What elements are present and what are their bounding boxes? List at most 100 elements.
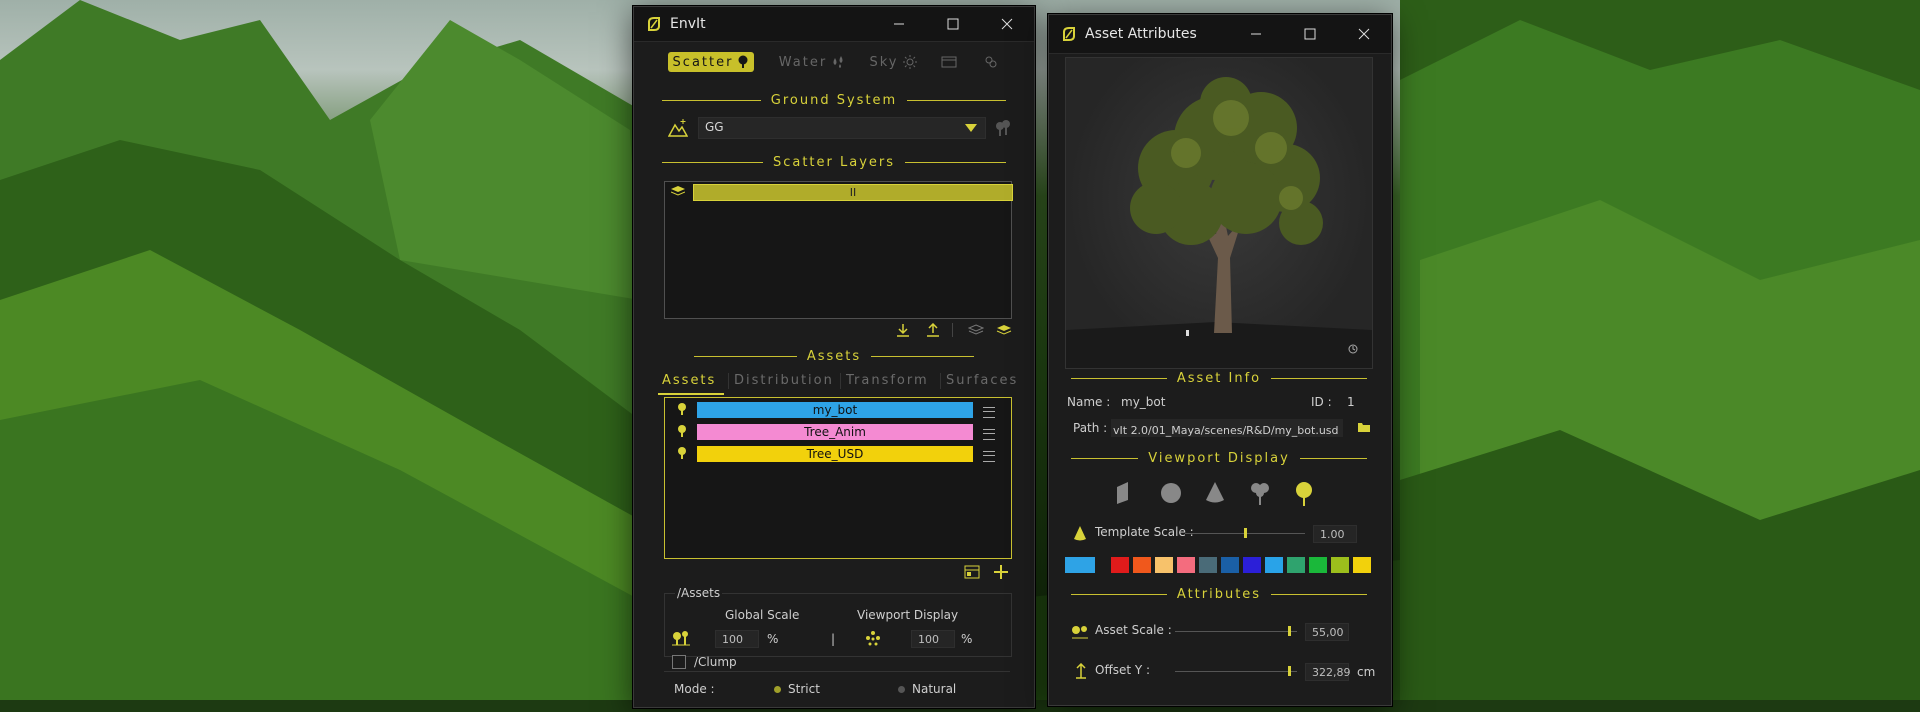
radio-strict[interactable] <box>774 686 781 693</box>
offset-y-label: Offset Y : <box>1095 663 1151 677</box>
close-icon <box>1001 18 1013 30</box>
asset-scale-slider[interactable] <box>1175 623 1297 639</box>
template-scale-slider[interactable] <box>1185 525 1305 541</box>
color-swatch[interactable] <box>1155 557 1173 573</box>
name-value[interactable]: my_bot <box>1121 395 1165 409</box>
maximize-button[interactable] <box>926 7 980 41</box>
sphere-icon[interactable] <box>1159 481 1183 505</box>
tab-transform[interactable]: Transform <box>846 373 929 388</box>
tree-icon <box>678 447 686 459</box>
color-swatch[interactable] <box>1309 557 1327 573</box>
offset-y-input[interactable]: 322,89 <box>1305 663 1351 681</box>
color-swatch[interactable] <box>1243 557 1261 573</box>
assets-group: /Assets Global Scale Viewport Display 10… <box>664 586 1012 657</box>
asset-item[interactable]: Tree_USD <box>697 446 973 462</box>
path-field[interactable]: vIt 2.0/01_Maya/scenes/R&D/my_bot.usd <box>1111 419 1343 437</box>
color-swatch[interactable] <box>1287 557 1305 573</box>
field-separator: | <box>831 632 836 646</box>
menu-icon[interactable] <box>983 451 995 462</box>
assets-list[interactable]: my_bot Tree_Anim Tree_USD <box>664 397 1012 559</box>
clump-mode-label: Mode : <box>674 682 715 696</box>
scatter-layers-list[interactable]: II <box>664 181 1013 319</box>
upload-icon[interactable] <box>926 323 940 337</box>
slider-handle[interactable] <box>1244 528 1247 538</box>
radio-natural[interactable] <box>898 686 905 693</box>
template-scale-input[interactable]: 1.00 <box>1313 525 1357 543</box>
template-scale-label: Template Scale : <box>1095 525 1194 539</box>
tab-distribution[interactable]: Distribution <box>734 373 834 388</box>
add-icon[interactable] <box>994 565 1008 579</box>
download-icon[interactable] <box>896 323 910 337</box>
folder-icon[interactable] <box>1357 421 1371 433</box>
color-swatch[interactable] <box>1221 557 1239 573</box>
id-value: 1 <box>1347 395 1355 409</box>
asset-item[interactable]: Tree_Anim <box>697 424 973 440</box>
terrain-add-icon <box>668 119 688 137</box>
color-swatch[interactable] <box>1177 557 1195 573</box>
close-button[interactable] <box>980 7 1034 41</box>
tab-scatter[interactable]: Scatter <box>668 52 754 72</box>
ground-system-select[interactable]: GG <box>698 117 986 139</box>
global-scale-input[interactable]: 100 <box>715 630 759 648</box>
color-swatch[interactable] <box>1199 557 1217 573</box>
path-value: vIt 2.0/01_Maya/scenes/R&D/my_bot.usd <box>1113 424 1339 437</box>
close-button[interactable] <box>1337 17 1391 51</box>
color-swatch[interactable] <box>1065 557 1095 573</box>
layers-add-icon[interactable] <box>996 323 1012 337</box>
assets-group-title: /Assets <box>675 586 723 600</box>
clump-group: Mode : Strict Natural <box>664 671 1010 712</box>
color-swatch[interactable] <box>1331 557 1349 573</box>
tree-icon[interactable] <box>1293 481 1315 507</box>
slider-handle[interactable] <box>1288 666 1291 676</box>
minimize-button[interactable] <box>872 7 926 41</box>
viewport-display-input[interactable]: 100 <box>911 630 955 648</box>
envit-window: EnvIt Scatter Water Sky Ground System GG <box>633 6 1035 708</box>
clump-checkbox[interactable] <box>672 655 686 669</box>
envit-logo-icon <box>648 17 660 31</box>
tab-surfaces[interactable]: Surfaces <box>946 373 1018 388</box>
window-icon <box>941 56 957 68</box>
maximize-button[interactable] <box>1283 17 1337 51</box>
layers-remove-icon[interactable] <box>968 323 984 337</box>
tab-tools[interactable] <box>976 52 1006 72</box>
color-swatch[interactable] <box>1133 557 1151 573</box>
minimize-icon <box>894 23 904 25</box>
asset-item[interactable]: my_bot <box>697 402 973 418</box>
menu-icon[interactable] <box>983 407 995 418</box>
offset-y-slider[interactable] <box>1175 663 1297 679</box>
path-label: Path : <box>1073 421 1108 435</box>
scale-trees-icon <box>672 631 690 646</box>
card-icon[interactable] <box>1115 481 1131 505</box>
tab-sky[interactable]: Sky <box>860 52 926 72</box>
reset-view-icon[interactable] <box>1348 344 1358 354</box>
name-label: Name : <box>1067 395 1111 409</box>
attributes-titlebar[interactable]: Asset Attributes <box>1049 15 1391 54</box>
asset-attributes-window: Asset Attributes Asset Info Name : my_bo… <box>1048 14 1392 706</box>
scatter-points-icon <box>866 631 880 646</box>
tab-divider <box>728 373 729 389</box>
tab-divider <box>840 373 841 389</box>
display-mode-bar <box>1115 481 1335 507</box>
color-swatch[interactable] <box>1265 557 1283 573</box>
proxy-tree-icon[interactable] <box>1249 481 1271 507</box>
scatter-layer-item[interactable]: II <box>693 184 1013 201</box>
viewport-display-heading: Viewport Display <box>1071 451 1367 466</box>
tab-water[interactable]: Water <box>772 52 852 72</box>
minimize-button[interactable] <box>1229 17 1283 51</box>
tab-window[interactable] <box>934 52 964 72</box>
envit-titlebar[interactable]: EnvIt <box>634 7 1034 42</box>
clump-title: /Clump <box>694 655 737 669</box>
template-scale-icon <box>1074 526 1086 541</box>
browse-folder-icon[interactable] <box>964 565 980 579</box>
asset-scale-input[interactable]: 55,00 <box>1305 623 1349 641</box>
menu-icon[interactable] <box>983 429 995 440</box>
asset-scale-label: Asset Scale : <box>1095 623 1172 637</box>
color-swatch[interactable] <box>1353 557 1371 573</box>
tab-assets[interactable]: Assets <box>662 373 716 388</box>
slider-handle[interactable] <box>1288 626 1291 636</box>
cone-icon[interactable] <box>1203 481 1227 505</box>
color-swatch[interactable] <box>1111 557 1129 573</box>
slider-track <box>1175 631 1297 632</box>
scatter-layers-heading: Scatter Layers <box>662 155 1006 170</box>
forest-icon[interactable] <box>994 119 1012 137</box>
